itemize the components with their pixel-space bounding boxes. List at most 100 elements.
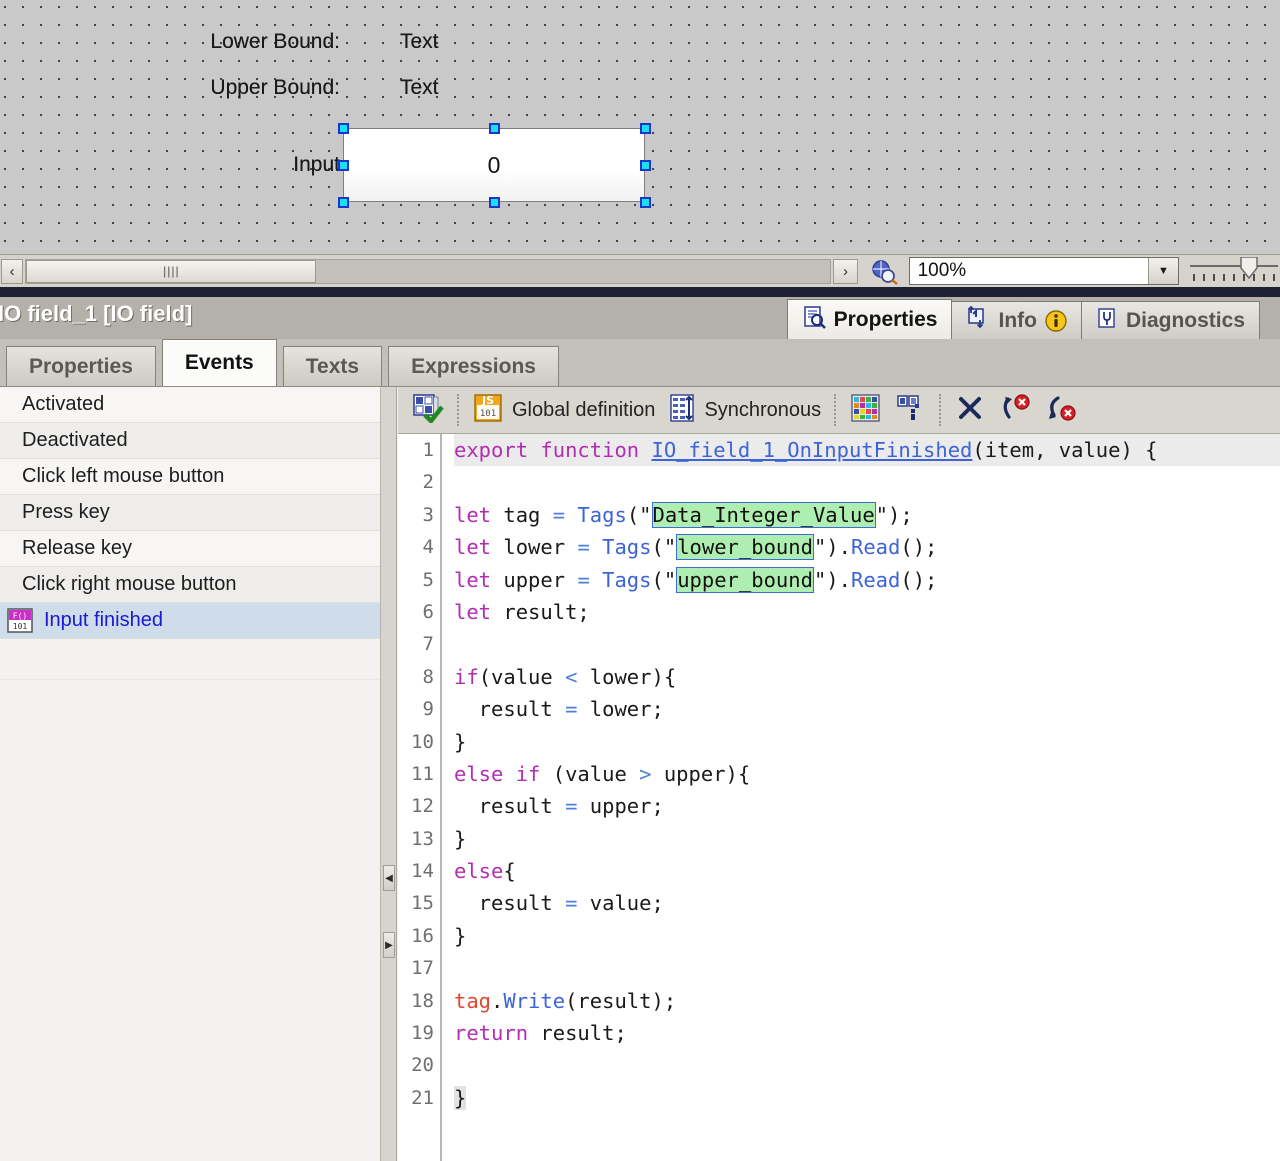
splitter-expand-right-icon[interactable]: ▶ xyxy=(383,932,395,958)
code-line-16[interactable]: } xyxy=(454,920,1280,952)
token-var: upper xyxy=(491,568,577,592)
delete-button[interactable] xyxy=(949,390,991,430)
upper-bound-value-text[interactable]: Text xyxy=(400,76,520,100)
event-row-click-right-mouse-button[interactable]: Click right mouse button xyxy=(0,567,380,603)
zoom-level-combobox[interactable]: 100% ▼ xyxy=(909,257,1179,285)
svg-text:101: 101 xyxy=(480,409,496,419)
execution-mode-selector[interactable]: Synchronous xyxy=(663,390,827,430)
resize-handle-middle-right[interactable] xyxy=(640,160,651,171)
inspector-top-accent xyxy=(0,287,1280,297)
token-keyword: let xyxy=(454,600,491,624)
event-row-deactivated[interactable]: Deactivated xyxy=(0,423,380,459)
lower-bound-label: Lower Bound: xyxy=(100,30,340,54)
splitter-collapse-left-icon[interactable]: ◀ xyxy=(383,865,395,891)
code-line-9[interactable]: result = lower; xyxy=(454,693,1280,725)
event-row-activated[interactable]: Activated xyxy=(0,387,380,423)
horizontal-scrollbar-thumb[interactable]: |||| xyxy=(26,260,316,283)
horizontal-scrollbar-track[interactable]: |||| xyxy=(25,259,831,284)
code-line-17[interactable] xyxy=(454,952,1280,984)
code-line-5[interactable]: let upper = Tags("upper_bound").Read(); xyxy=(454,564,1280,596)
zoom-level-value[interactable]: 100% xyxy=(910,260,1148,282)
events-list-filler xyxy=(0,639,380,680)
event-row-click-left-mouse-button[interactable]: Click left mouse button xyxy=(0,459,380,495)
screen-editor-canvas[interactable]: Lower Bound: Text Upper Bound: Text Inpu… xyxy=(0,0,1280,254)
input-label: Input xyxy=(100,153,340,177)
chevron-down-icon[interactable]: ▼ xyxy=(1148,258,1178,284)
code-editor[interactable]: 1 2 3 4 5 6 7 8 9 10 11 12 13 14 15 16 1 xyxy=(398,434,1280,1161)
tag-reference-lower-bound[interactable]: lower_bound xyxy=(676,534,814,560)
resize-handle-bottom-center[interactable] xyxy=(489,197,500,208)
line-number: 6 xyxy=(398,596,440,628)
io-field-1[interactable]: 0 xyxy=(343,128,645,202)
script-toolbar: JS 101 Global definition xyxy=(398,387,1280,434)
previous-error-button[interactable] xyxy=(1039,390,1083,430)
scroll-right-arrow-icon[interactable]: › xyxy=(833,259,857,284)
lower-bound-value-text[interactable]: Text xyxy=(400,30,520,54)
event-row-release-key[interactable]: Release key xyxy=(0,531,380,567)
code-line-2[interactable] xyxy=(454,466,1280,498)
resize-handle-bottom-left[interactable] xyxy=(338,197,349,208)
tab-diagnostics[interactable]: Diagnostics xyxy=(1081,301,1260,339)
code-line-20[interactable] xyxy=(454,1049,1280,1081)
zoom-tool-icon[interactable] xyxy=(866,258,903,285)
diagnostics-icon xyxy=(1096,307,1118,335)
resize-handle-top-right[interactable] xyxy=(640,123,651,134)
token-operator: = xyxy=(565,891,577,915)
tab-info[interactable]: Info xyxy=(951,301,1081,339)
execution-mode-label: Synchronous xyxy=(704,399,821,422)
tab-properties[interactable]: Properties xyxy=(787,299,953,339)
token-operator: = xyxy=(553,503,565,527)
js-language-icon: JS 101 xyxy=(473,393,503,428)
event-row-input-finished[interactable]: F() 101 Input finished xyxy=(0,603,380,639)
subtab-events[interactable]: Events xyxy=(162,339,277,386)
language-scope-selector[interactable]: JS 101 Global definition xyxy=(467,390,661,430)
code-line-6[interactable]: let result; xyxy=(454,596,1280,628)
line-number: 18 xyxy=(398,985,440,1017)
object-info-button[interactable] xyxy=(890,390,932,430)
code-line-7[interactable] xyxy=(454,628,1280,660)
line-number: 21 xyxy=(398,1082,440,1114)
code-line-18[interactable]: tag.Write(result); xyxy=(454,985,1280,1017)
code-line-19[interactable]: return result; xyxy=(454,1017,1280,1049)
line-number: 11 xyxy=(398,758,440,790)
synchronous-icon xyxy=(669,393,695,428)
subtab-properties[interactable]: Properties xyxy=(6,346,156,386)
tag-reference-data-integer-value[interactable]: Data_Integer_Value xyxy=(652,502,876,528)
zoom-slider[interactable] xyxy=(1188,257,1280,285)
scroll-left-arrow-icon[interactable]: ‹ xyxy=(1,259,23,284)
next-error-button[interactable] xyxy=(993,390,1037,430)
code-line-13[interactable]: } xyxy=(454,823,1280,855)
token-tags-call: Tags xyxy=(590,568,652,592)
tag-reference-upper-bound[interactable]: upper_bound xyxy=(676,567,814,593)
subtab-texts[interactable]: Texts xyxy=(283,346,382,386)
line-number: 20 xyxy=(398,1049,440,1081)
resize-handle-bottom-right[interactable] xyxy=(640,197,651,208)
toolbar-separator xyxy=(457,394,460,426)
token-closing-brace: } xyxy=(454,1086,466,1110)
code-line-14[interactable]: else{ xyxy=(454,855,1280,887)
events-list[interactable]: Activated Deactivated Click left mouse b… xyxy=(0,387,381,1161)
code-line-12[interactable]: result = upper; xyxy=(454,790,1280,822)
code-line-21[interactable]: } xyxy=(454,1082,1280,1114)
code-line-4[interactable]: let lower = Tags("lower_bound").Read(); xyxy=(454,531,1280,563)
code-line-1[interactable]: export function IO_field_1_OnInputFinish… xyxy=(454,434,1280,466)
code-line-3[interactable]: let tag = Tags("Data_Integer_Value"); xyxy=(454,499,1280,531)
subtab-expressions[interactable]: Expressions xyxy=(388,346,559,386)
event-label: Input finished xyxy=(44,609,163,632)
code-text-area[interactable]: export function IO_field_1_OnInputFinish… xyxy=(454,434,1280,1161)
resize-handle-top-center[interactable] xyxy=(489,123,500,134)
delete-icon xyxy=(955,393,985,428)
check-script-button[interactable] xyxy=(406,390,450,430)
pane-splitter[interactable]: ◀ ▶ xyxy=(381,387,397,1161)
event-row-press-key[interactable]: Press key xyxy=(0,495,380,531)
toolbar-separator xyxy=(834,394,837,426)
code-line-11[interactable]: else if (value > upper){ xyxy=(454,758,1280,790)
syntax-colors-button[interactable] xyxy=(844,390,888,430)
code-line-15[interactable]: result = value; xyxy=(454,887,1280,919)
svg-text:F(): F() xyxy=(13,611,27,620)
token-params: (item, value) { xyxy=(972,438,1157,462)
code-line-8[interactable]: if(value < lower){ xyxy=(454,661,1280,693)
code-line-10[interactable]: } xyxy=(454,726,1280,758)
resize-handle-top-left[interactable] xyxy=(338,123,349,134)
resize-handle-middle-left[interactable] xyxy=(338,160,349,171)
